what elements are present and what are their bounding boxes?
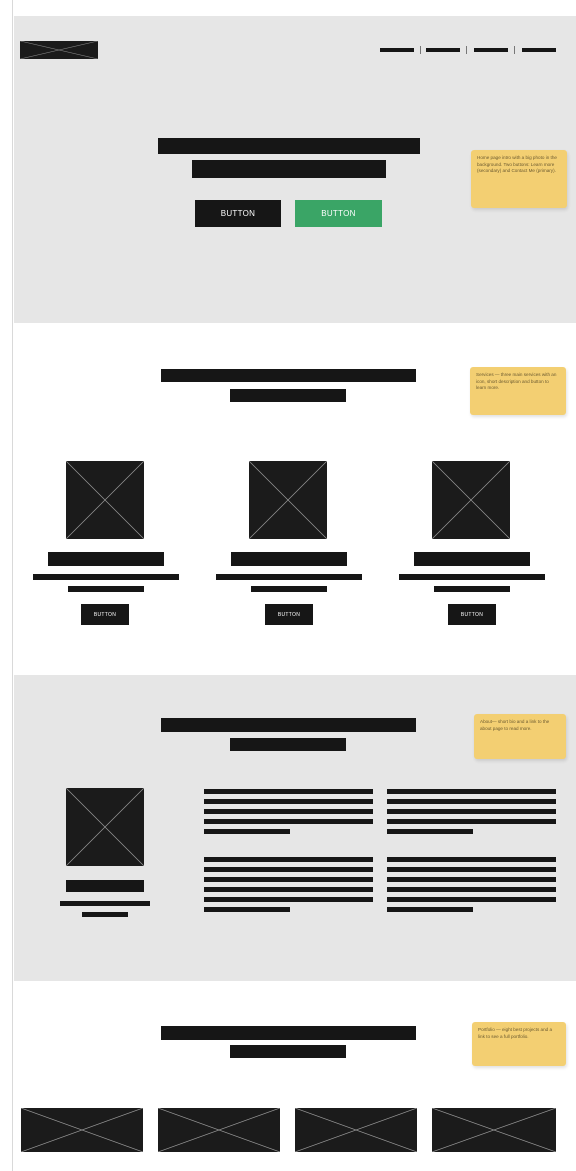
nav-item-4[interactable]	[522, 48, 556, 52]
service-desc-line	[399, 574, 545, 580]
service-button[interactable]: BUTTON	[265, 604, 313, 625]
logo-placeholder[interactable]	[20, 41, 98, 59]
about-sticky-note: About— short bio and a link to the about…	[474, 714, 566, 759]
about-role-line	[82, 912, 128, 917]
about-text-line	[387, 867, 556, 872]
service-desc-line	[251, 586, 327, 592]
about-photo-placeholder	[66, 788, 144, 866]
about-title	[161, 718, 416, 732]
service-title	[231, 552, 347, 566]
services-title	[161, 369, 416, 382]
hero-secondary-button[interactable]: BUTTON	[295, 200, 382, 227]
about-name	[66, 880, 144, 892]
hero-primary-button[interactable]: BUTTON	[195, 200, 281, 227]
about-text-line	[204, 877, 373, 882]
hero-section: BUTTON BUTTON Home page intro with a big…	[14, 16, 576, 323]
services-subtitle	[230, 389, 346, 402]
about-text-line	[204, 799, 373, 804]
about-text-line	[204, 809, 373, 814]
service-button[interactable]: BUTTON	[448, 604, 496, 625]
about-role-line	[60, 901, 150, 906]
about-text-line	[387, 857, 556, 862]
nav-item-2[interactable]	[426, 48, 460, 52]
portfolio-thumbnail[interactable]	[295, 1108, 417, 1152]
service-button[interactable]: BUTTON	[81, 604, 129, 625]
about-text-line	[204, 907, 290, 912]
about-text-line	[387, 799, 556, 804]
portfolio-thumbnail[interactable]	[21, 1108, 143, 1152]
about-text-line	[387, 897, 556, 902]
about-text-line	[204, 829, 290, 834]
about-text-line	[387, 887, 556, 892]
about-text-line	[387, 819, 556, 824]
hero-sticky-note: Home page intro with a big photo in the …	[471, 150, 567, 208]
about-text-line	[204, 819, 373, 824]
service-title	[48, 552, 164, 566]
about-text-line	[204, 857, 373, 862]
about-text-line	[387, 809, 556, 814]
service-icon-placeholder	[432, 461, 510, 539]
services-sticky-note: Services — three main services with an i…	[470, 367, 566, 415]
service-desc-line	[434, 586, 510, 592]
nav-separator	[466, 46, 467, 54]
nav-item-1[interactable]	[380, 48, 414, 52]
portfolio-thumbnail[interactable]	[158, 1108, 280, 1152]
service-desc-line	[33, 574, 179, 580]
about-text-line	[387, 907, 473, 912]
services-section: Services — three main services with an i…	[14, 323, 576, 675]
hero-headline	[158, 138, 420, 154]
nav-separator	[514, 46, 515, 54]
about-text-line	[204, 789, 373, 794]
page-left-border	[12, 0, 13, 1171]
about-text-line	[387, 877, 556, 882]
nav-item-3[interactable]	[474, 48, 508, 52]
about-subtitle	[230, 738, 346, 751]
about-text-line	[204, 897, 373, 902]
portfolio-sticky-note: Portfolio — eight best projects and a li…	[472, 1022, 566, 1066]
service-desc-line	[68, 586, 144, 592]
nav-separator	[420, 46, 421, 54]
portfolio-section: Portfolio — eight best projects and a li…	[14, 981, 576, 1171]
portfolio-title	[161, 1026, 416, 1040]
about-text-line	[204, 867, 373, 872]
about-text-line	[387, 789, 556, 794]
portfolio-subtitle	[230, 1045, 346, 1058]
about-text-line	[204, 887, 373, 892]
hero-subheadline	[192, 160, 386, 178]
service-icon-placeholder	[249, 461, 327, 539]
service-icon-placeholder	[66, 461, 144, 539]
about-section: About— short bio and a link to the about…	[14, 675, 576, 981]
portfolio-thumbnail[interactable]	[432, 1108, 556, 1152]
service-desc-line	[216, 574, 362, 580]
about-text-line	[387, 829, 473, 834]
service-title	[414, 552, 530, 566]
